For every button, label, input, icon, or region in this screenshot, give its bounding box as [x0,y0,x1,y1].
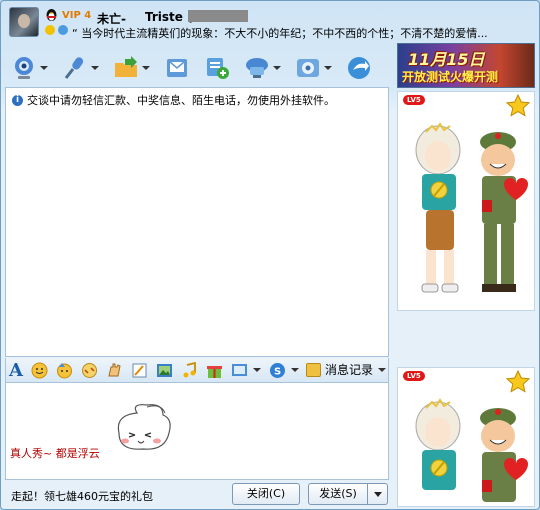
chevron-down-icon[interactable] [273,66,281,70]
star-status-icon[interactable] [45,25,55,35]
settings-icon [297,59,319,77]
chevron-down-icon[interactable] [91,66,99,70]
email-icon [167,59,187,77]
remote-assist-button[interactable] [244,55,281,81]
input-message-text: 真人秀~ 都是浮云 [10,447,100,460]
microphone-icon [64,57,84,79]
file-transfer-button[interactable] [113,55,150,81]
gesture-icon[interactable] [106,362,123,379]
picture-icon[interactable] [156,362,173,379]
footer-ad-link[interactable]: 走起！领七雄460元宝的礼包 [11,488,153,504]
webcam-button[interactable] [11,55,48,81]
message-record-icon [306,362,321,377]
chat-toolbar [11,53,386,83]
buddy-signature: “ 当今时代主流精英们的现象：不大不小的年纪；不中不西的个性；不清不楚的爱情..… [72,27,488,40]
message-input[interactable]: 真人秀~ 都是浮云 [5,382,389,480]
voice-button[interactable] [62,55,99,81]
ad-date: 11月15日 [408,50,485,69]
message-record-label: 消息记录 [325,363,374,377]
game-ad-banner[interactable]: 11月15日 开放测试火爆开测 [397,43,535,88]
bun-sticker-image [117,404,171,450]
chevron-down-icon[interactable] [252,368,261,372]
doodle-icon[interactable] [131,362,148,379]
webcam-icon [15,57,33,79]
avatar[interactable] [9,7,39,37]
magic-emoji-icon[interactable] [56,362,73,379]
buddy-avatar-show-image [415,122,528,293]
input-toolbar: A S 消息记录 [5,358,389,382]
share-icon [348,57,370,79]
chevron-down-icon[interactable] [142,66,150,70]
qq-penguin-icon [46,9,57,21]
share-button[interactable] [346,55,372,81]
status-icons [45,25,68,35]
ad-subtitle: 开放测试火爆开测 [402,70,499,84]
file-transfer-icon [115,56,137,77]
send-options-button[interactable] [367,483,388,505]
pet-status-icon[interactable] [58,25,68,35]
security-notice-text: 交谈中请勿轻信汇款、中奖信息、陌生电话，勿使用外挂软件。 [27,94,335,107]
svg-text:S: S [274,366,281,377]
chat-window: VIP 4 未亡- Triste ( “ 当今时代主流精英们的现象：不大不小的年… [0,0,540,510]
shake-icon[interactable] [81,362,98,379]
security-notice: i 交谈中请勿轻信汇款、中奖信息、陌生电话，勿使用外挂软件。 [12,92,335,108]
payment-icon[interactable]: S [269,362,286,379]
info-icon: i [12,94,23,106]
emoji-icon[interactable] [31,362,48,379]
my-avatar-show-image [415,398,528,502]
music-icon[interactable] [181,361,198,379]
remote-assist-icon [246,58,268,78]
my-show-panel[interactable]: LV5 [397,367,535,507]
font-icon[interactable]: A [9,361,23,379]
buddy-show-panel[interactable]: LV5 [397,91,535,311]
send-button[interactable]: 发送(S) [308,483,368,505]
chevron-down-icon[interactable] [290,368,299,372]
settings-button[interactable] [295,55,332,81]
chat-history[interactable]: i 交谈中请勿轻信汇款、中奖信息、陌生电话，勿使用外挂软件。 [5,87,389,357]
add-app-button[interactable] [204,55,230,81]
chevron-down-icon[interactable] [40,66,48,70]
vip-badge[interactable]: VIP 4 [62,10,91,21]
message-record-button[interactable]: 消息记录 [306,361,387,378]
gift-icon[interactable] [206,362,223,379]
email-button[interactable] [164,55,190,81]
masked-number [188,10,248,22]
add-app-icon [207,58,229,79]
chevron-down-icon[interactable] [378,367,387,372]
close-button[interactable]: 关闭(C) [232,483,300,505]
screenshot-icon[interactable] [231,362,248,379]
chevron-down-icon[interactable] [324,66,332,70]
buddy-name[interactable]: Triste ( [145,10,193,24]
